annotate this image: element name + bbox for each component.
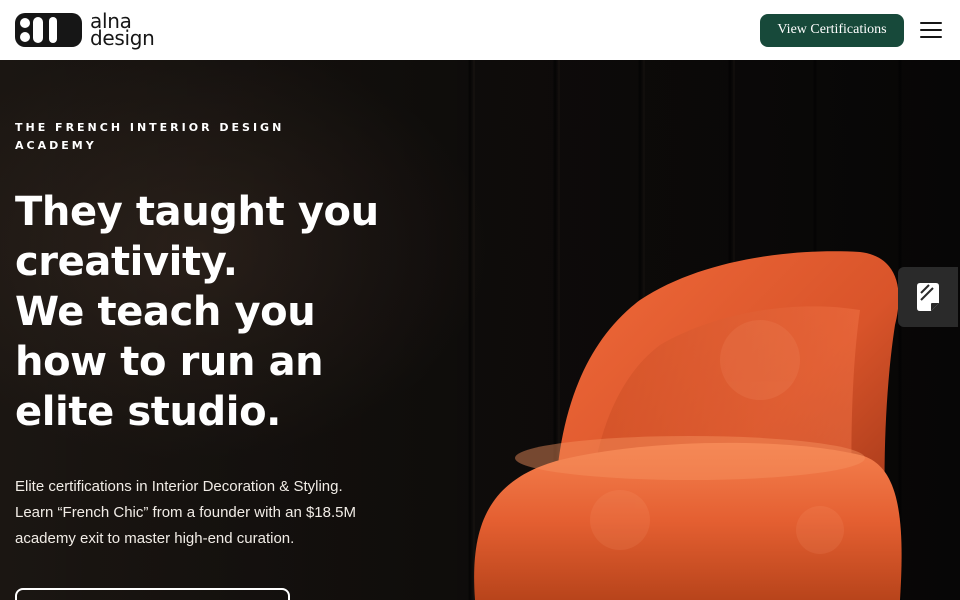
view-certifications-button[interactable]: View Certifications (760, 13, 904, 47)
headline-line: They taught you (15, 189, 379, 235)
hero-description: Elite certifications in Interior Decorat… (15, 474, 375, 552)
brand-wordmark: alna design (90, 11, 155, 50)
notepad-icon (917, 283, 939, 311)
site-header: alna design View Certifications (0, 0, 960, 60)
hero-headline: They taught you creativity. We teach you… (15, 187, 395, 437)
headline-line: creativity. (15, 239, 238, 285)
description-line: academy exit to master high-end curation… (15, 530, 295, 547)
hamburger-menu-icon[interactable] (920, 22, 942, 38)
menu-bar (920, 22, 942, 24)
header-actions: View Certifications (760, 13, 945, 47)
menu-bar (920, 36, 942, 38)
hero-eyebrow: THE FRENCH INTERIOR DESIGN ACADEMY (15, 121, 285, 152)
headline-line: elite studio. (15, 389, 281, 435)
menu-bar (920, 29, 942, 31)
brand-logo[interactable]: alna design (15, 11, 155, 50)
brand-logo-mark (15, 13, 82, 47)
side-feedback-widget[interactable] (898, 267, 958, 327)
hero-cta-button[interactable] (15, 588, 290, 600)
description-line: Learn “French Chic” from a founder with … (15, 504, 356, 521)
headline-line: We teach you (15, 289, 316, 335)
headline-line: how to run an (15, 339, 324, 385)
hero-section: THE FRENCH INTERIOR DESIGN ACADEMY They … (0, 60, 960, 600)
description-line: Elite certifications in Interior Decorat… (15, 478, 343, 495)
brand-name-line2: design (90, 26, 155, 50)
